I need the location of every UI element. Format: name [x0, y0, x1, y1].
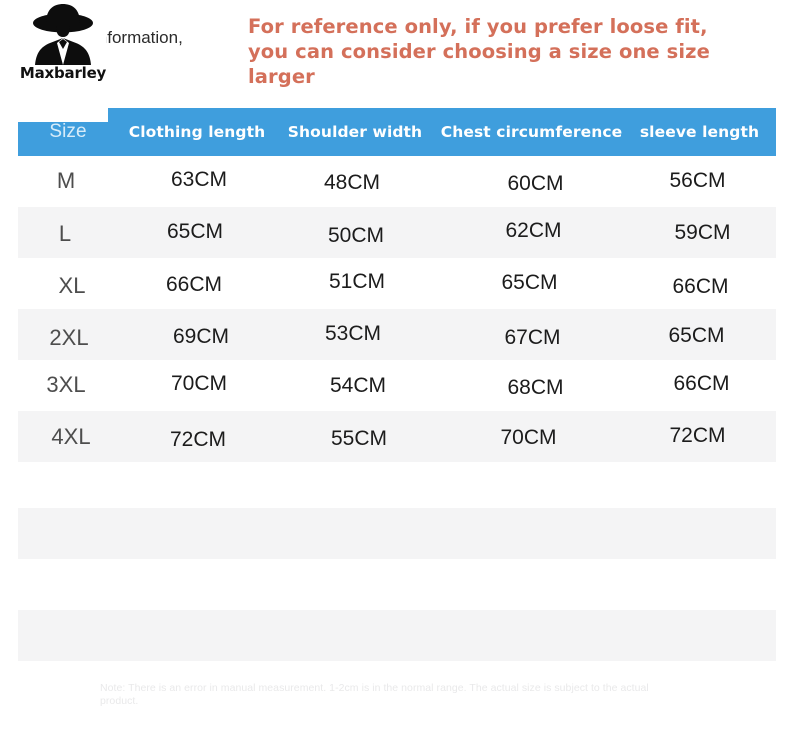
cell-clothing-length: 72CM	[169, 427, 227, 451]
page-header: Maxbarley information, For reference onl…	[0, 0, 790, 100]
table-row: L 65CM 50CM 62CM 59CM	[18, 207, 776, 258]
cell-shoulder-width: 51CM	[328, 269, 386, 293]
cell-clothing-length: 66CM	[165, 272, 223, 296]
table-row: 4XL 72CM 55CM 70CM 72CM	[18, 411, 776, 462]
fit-advice-line-2: you can consider choosing a size one siz…	[248, 40, 710, 88]
cell-sleeve-length: 65CM	[668, 323, 725, 347]
cell-chest-circumference: 68CM	[507, 375, 564, 399]
table-row: XL 66CM 51CM 65CM 66CM	[18, 258, 776, 309]
table-body: M 63CM 48CM 60CM 56CM L 65CM 50CM 62CM 5…	[18, 156, 776, 462]
table-header-row: Size Clothing length Shoulder width Ches…	[18, 108, 776, 156]
cell-size: L	[58, 220, 72, 246]
cell-sleeve-length: 66CM	[673, 371, 730, 395]
table-row: 2XL 69CM 53CM 67CM 65CM	[18, 309, 776, 360]
empty-row-stripe	[18, 610, 776, 661]
measurement-disclaimer: Note: There is an error in manual measur…	[100, 682, 649, 707]
column-header-size: Size	[49, 121, 87, 142]
table-row: 3XL 70CM 54CM 68CM 66CM	[18, 360, 776, 411]
cell-sleeve-length: 56CM	[669, 168, 726, 192]
cell-size: 2XL	[49, 324, 89, 350]
cell-shoulder-width: 50CM	[327, 223, 385, 247]
column-header-clothing-length: Clothing length	[128, 123, 266, 141]
cell-sleeve-length: 72CM	[669, 423, 726, 447]
column-header-sleeve-length: sleeve length	[639, 123, 760, 141]
fit-advice-notice: For reference only, if you prefer loose …	[248, 14, 778, 89]
cell-clothing-length: 70CM	[170, 371, 228, 395]
cell-shoulder-width: 54CM	[329, 373, 387, 397]
cell-chest-circumference: 60CM	[507, 171, 564, 195]
cell-sleeve-length: 59CM	[674, 220, 731, 244]
cell-size: 4XL	[51, 423, 91, 449]
size-chart-table: Size Clothing length Shoulder width Ches…	[18, 108, 776, 462]
cell-shoulder-width: 55CM	[330, 426, 388, 450]
cell-chest-circumference: 62CM	[505, 218, 562, 242]
header-info-text: information,	[106, 28, 236, 54]
cell-size: M	[56, 167, 76, 193]
cell-shoulder-width: 48CM	[323, 170, 381, 194]
cell-size: 3XL	[46, 371, 86, 397]
cell-chest-circumference: 67CM	[504, 325, 561, 349]
brand-logo: Maxbarley	[14, 2, 112, 94]
table-row: M 63CM 48CM 60CM 56CM	[18, 156, 776, 207]
header-info-label: information,	[106, 28, 183, 47]
column-header-shoulder-width: Shoulder width	[287, 123, 423, 141]
column-header-chest-circumference: Chest circumference	[440, 123, 623, 141]
brand-name: Maxbarley	[19, 64, 107, 82]
cell-clothing-length: 69CM	[172, 324, 230, 348]
cell-clothing-length: 65CM	[166, 219, 224, 243]
cell-chest-circumference: 70CM	[500, 425, 557, 449]
cell-size: XL	[58, 272, 86, 298]
cell-sleeve-length: 66CM	[672, 274, 729, 298]
person-in-hat-logo-icon	[33, 4, 93, 65]
cell-clothing-length: 63CM	[170, 167, 228, 191]
cell-shoulder-width: 53CM	[324, 321, 382, 345]
empty-row-stripe	[18, 508, 776, 559]
fit-advice-line-1: For reference only, if you prefer loose …	[248, 15, 708, 38]
cell-chest-circumference: 65CM	[501, 270, 558, 294]
